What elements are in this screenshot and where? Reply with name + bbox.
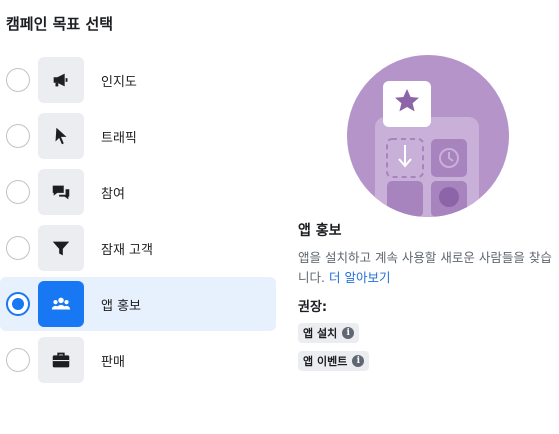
info-icon[interactable]: i bbox=[342, 327, 355, 339]
objective-list: 인지도 트래픽 참여 잠재 고객 앱 홍보 판매 bbox=[0, 52, 276, 388]
objective-leads[interactable]: 잠재 고객 bbox=[0, 220, 276, 276]
objective-app-promotion[interactable]: 앱 홍보 bbox=[0, 277, 276, 331]
info-icon[interactable]: i bbox=[352, 355, 365, 367]
objective-detail: 앱 홍보 앱을 설치하고 계속 사용할 새로운 사람들을 찾습니다. 더 알아보… bbox=[298, 220, 556, 371]
tag-app-install-label: 앱 설치 bbox=[303, 327, 338, 340]
briefcase-icon bbox=[38, 337, 84, 383]
objective-label-awareness: 인지도 bbox=[101, 74, 137, 90]
megaphone-icon bbox=[38, 57, 84, 103]
detail-description: 앱을 설치하고 계속 사용할 새로운 사람들을 찾습니다. 더 알아보기 bbox=[298, 248, 556, 288]
objective-label-sales: 판매 bbox=[101, 354, 125, 370]
objective-label-traffic: 트래픽 bbox=[101, 130, 137, 146]
detail-title: 앱 홍보 bbox=[298, 223, 342, 239]
radio-leads[interactable] bbox=[6, 236, 30, 260]
radio-sales[interactable] bbox=[6, 348, 30, 372]
cursor-icon bbox=[38, 113, 84, 159]
tag-app-install: 앱 설치 i bbox=[298, 323, 360, 343]
objective-label-app-promotion: 앱 홍보 bbox=[101, 298, 142, 314]
funnel-icon bbox=[38, 225, 84, 271]
objective-engagement[interactable]: 참여 bbox=[0, 164, 276, 220]
tag-app-events: 앱 이벤트 i bbox=[298, 351, 370, 371]
chat-bubbles-icon bbox=[38, 169, 84, 215]
people-group-icon bbox=[38, 281, 84, 327]
objective-label-leads: 잠재 고객 bbox=[101, 242, 153, 258]
radio-engagement[interactable] bbox=[6, 180, 30, 204]
objective-label-engagement: 참여 bbox=[101, 186, 125, 202]
recommended-label: 권장: bbox=[298, 300, 328, 315]
objective-sales[interactable]: 판매 bbox=[0, 332, 276, 388]
learn-more-link[interactable]: 더 알아보기 bbox=[329, 270, 390, 285]
objective-awareness[interactable]: 인지도 bbox=[0, 52, 276, 108]
radio-awareness[interactable] bbox=[6, 68, 30, 92]
radio-app-promotion[interactable] bbox=[6, 292, 30, 316]
app-promotion-illustration bbox=[347, 55, 509, 217]
panel-title: 캠페인 목표 선택 bbox=[6, 15, 114, 33]
tag-app-events-label: 앱 이벤트 bbox=[303, 355, 348, 368]
objective-traffic[interactable]: 트래픽 bbox=[0, 108, 276, 164]
radio-traffic[interactable] bbox=[6, 124, 30, 148]
